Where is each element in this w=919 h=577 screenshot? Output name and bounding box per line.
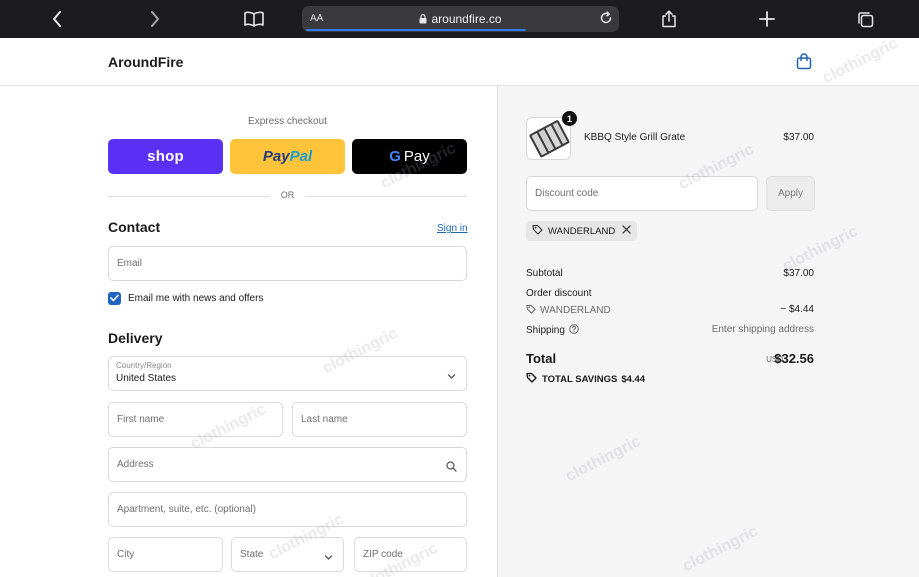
apartment-field[interactable]: Apartment, suite, etc. (optional) [108, 492, 467, 527]
last-name-placeholder: Last name [301, 414, 348, 425]
order-discount-code-row: WANDERLAND [526, 304, 611, 317]
browser-toolbar: AA aroundfire.co [0, 0, 919, 38]
address-bar[interactable]: AA aroundfire.co [302, 6, 619, 32]
order-discount-label: Order discount [526, 288, 592, 299]
google-pay-button[interactable]: G Pay [352, 139, 467, 174]
shipping-label: Shipping [526, 325, 565, 336]
sign-in-link[interactable]: Sign in [437, 223, 468, 234]
shipping-row: Shipping [526, 324, 579, 337]
order-discount-code: WANDERLAND [540, 305, 611, 316]
product-price: $37.00 [783, 132, 814, 143]
subtotal-value: $37.00 [783, 268, 814, 279]
state-placeholder: State [240, 549, 264, 560]
email-placeholder: Email [117, 258, 143, 269]
help-circle-icon[interactable] [569, 324, 579, 337]
applied-discount-chip: WANDERLAND [526, 221, 637, 241]
store-brand[interactable]: AroundFire [108, 54, 183, 70]
url-host-text: aroundfire.co [431, 12, 502, 26]
store-header: AroundFire [0, 38, 919, 86]
subtotal-label: Subtotal [526, 268, 563, 279]
back-icon[interactable] [46, 0, 68, 38]
city-placeholder: City [117, 549, 135, 560]
last-name-field[interactable]: Last name [292, 402, 467, 437]
discount-placeholder: Discount code [535, 188, 599, 199]
paypal-label-part1: Pay [262, 148, 290, 165]
shop-pay-label: shop [147, 148, 184, 165]
zip-field[interactable]: ZIP code [354, 537, 467, 572]
page-load-progress [306, 29, 526, 31]
tabs-icon[interactable] [854, 0, 876, 38]
apply-discount-button[interactable]: Apply [766, 176, 815, 211]
delivery-title: Delivery [108, 330, 163, 346]
zip-placeholder: ZIP code [363, 549, 403, 560]
new-tab-icon[interactable] [756, 0, 778, 38]
contact-title: Contact [108, 219, 161, 235]
checkout-form: Express checkout shop Pay Pal G Pay OR Con… [0, 86, 497, 577]
shipping-value: Enter shipping address [711, 324, 814, 335]
tag-icon [532, 224, 543, 238]
first-name-field[interactable]: First name [108, 402, 283, 437]
or-divider: OR [108, 189, 467, 203]
bookmarks-icon[interactable] [242, 0, 266, 38]
forward-icon[interactable] [144, 0, 166, 38]
country-value: United States [116, 373, 177, 384]
tag-icon [526, 304, 536, 317]
search-icon [446, 459, 457, 477]
newsletter-label: Email me with news and offers [128, 292, 264, 304]
express-checkout-label: Express checkout [248, 116, 327, 127]
order-discount-value: − $4.44 [780, 304, 814, 315]
order-summary: 1 KBBQ Style Grill Grate $37.00 Discount… [497, 86, 919, 577]
google-pay-label: Pay [403, 148, 430, 165]
lock-icon [419, 14, 427, 24]
country-label: Country/Region [116, 361, 172, 370]
or-label: OR [280, 190, 295, 200]
first-name-placeholder: First name [117, 414, 165, 425]
total-savings-value: $4.44 [621, 373, 646, 385]
address-field[interactable]: Address [108, 447, 467, 482]
total-label: Total [526, 351, 557, 366]
shop-pay-button[interactable]: shop [108, 139, 223, 174]
city-field[interactable]: City [108, 537, 223, 572]
shopping-bag-icon[interactable] [796, 53, 812, 75]
total-value: $32.56 [774, 351, 814, 366]
newsletter-checkbox[interactable] [108, 291, 121, 305]
reload-icon[interactable] [599, 11, 613, 25]
state-select[interactable]: State [231, 537, 344, 572]
newsletter-checkbox-row[interactable]: Email me with news and offers [108, 291, 263, 305]
email-field[interactable]: Email [108, 246, 467, 281]
address-placeholder: Address [117, 459, 154, 470]
chevron-down-icon [447, 368, 456, 386]
paypal-button[interactable]: Pay Pal [230, 139, 345, 174]
total-savings: TOTAL SAVINGS $4.44 [526, 372, 645, 386]
quantity-badge: 1 [562, 111, 577, 126]
total-savings-label: TOTAL SAVINGS [542, 373, 618, 385]
paypal-label-part2: Pal [289, 148, 313, 165]
tag-icon [526, 372, 537, 386]
discount-code-input[interactable]: Discount code [526, 176, 758, 211]
share-icon[interactable] [658, 0, 680, 38]
country-select[interactable]: Country/Region United States [108, 356, 467, 391]
product-name: KBBQ Style Grill Grate [584, 132, 686, 143]
chevron-down-icon [324, 549, 333, 567]
applied-discount-code: WANDERLAND [548, 225, 616, 237]
google-g-icon: G [389, 148, 401, 165]
url-host: aroundfire.co [302, 12, 619, 26]
remove-discount-icon[interactable] [622, 225, 631, 237]
apartment-placeholder: Apartment, suite, etc. (optional) [117, 504, 256, 515]
